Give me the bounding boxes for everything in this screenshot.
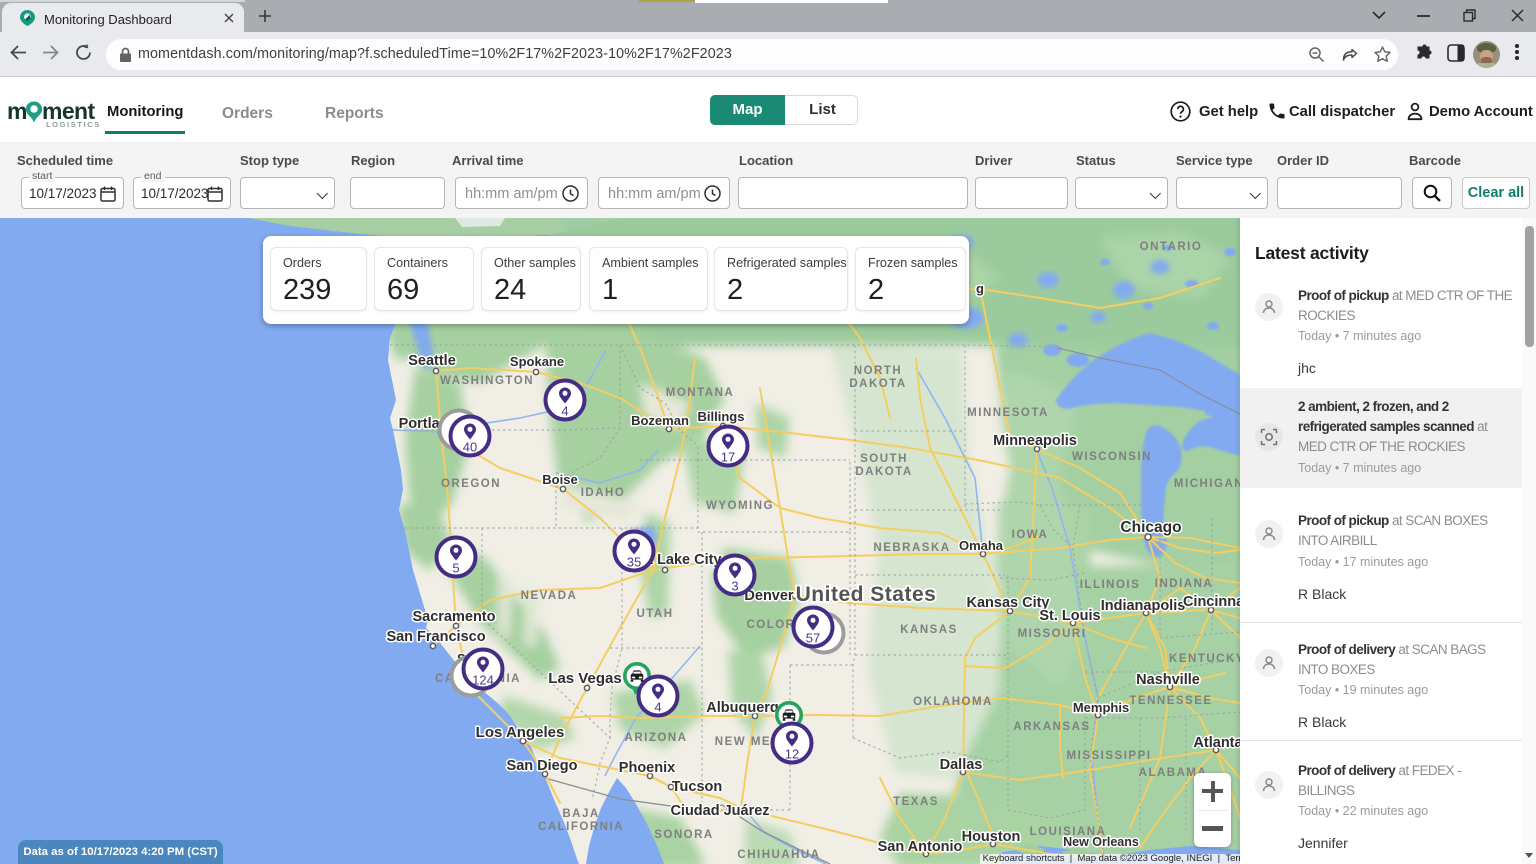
svg-text:San Diego: San Diego	[507, 758, 578, 774]
svg-text:BAJA: BAJA	[562, 808, 599, 820]
svg-text:Dallas: Dallas	[940, 757, 983, 773]
svg-text:SOUTH: SOUTH	[860, 453, 908, 465]
svg-text:Houston: Houston	[962, 829, 1021, 845]
svg-text:NEVADA: NEVADA	[521, 590, 578, 602]
svg-text:Los Angeles: Los Angeles	[476, 724, 565, 741]
svg-text:Kansas City: Kansas City	[966, 595, 1049, 611]
svg-text:ONTARIO: ONTARIO	[1140, 241, 1203, 253]
svg-text:4: 4	[654, 700, 661, 715]
svg-text:IOWA: IOWA	[1012, 529, 1049, 541]
svg-text:ARKANSAS: ARKANSAS	[1013, 721, 1090, 733]
svg-text:12: 12	[785, 747, 799, 762]
svg-text:Seattle: Seattle	[408, 353, 456, 369]
svg-text:WASHINGTON: WASHINGTON	[440, 375, 534, 387]
svg-text:Chicago: Chicago	[1120, 519, 1181, 536]
svg-text:5: 5	[452, 561, 459, 576]
svg-text:UTAH: UTAH	[636, 608, 673, 620]
svg-text:ILLINOIS: ILLINOIS	[1080, 579, 1141, 591]
svg-text:35: 35	[627, 555, 641, 570]
svg-text:Denver: Denver	[744, 588, 794, 604]
svg-text:Omaha: Omaha	[959, 538, 1004, 553]
svg-text:ARIZONA: ARIZONA	[625, 732, 688, 744]
svg-text:DAKOTA: DAKOTA	[849, 378, 906, 390]
svg-text:St. Louis: St. Louis	[1039, 608, 1100, 624]
svg-text:Minneapolis: Minneapolis	[993, 433, 1077, 449]
svg-text:Cincinnati: Cincinnati	[1183, 594, 1240, 610]
svg-text:United States: United States	[796, 583, 937, 606]
svg-text:OKLAHOMA: OKLAHOMA	[913, 696, 993, 708]
svg-text:IDAHO: IDAHO	[581, 487, 626, 499]
svg-text:MINNESOTA: MINNESOTA	[967, 407, 1049, 419]
svg-text:MISSOURI: MISSOURI	[1018, 628, 1087, 640]
svg-text:WISCONSIN: WISCONSIN	[1072, 451, 1152, 463]
svg-text:TENNESSEE: TENNESSEE	[1129, 695, 1212, 707]
svg-text:Las Vegas: Las Vegas	[548, 670, 621, 687]
svg-text:17: 17	[721, 450, 735, 465]
svg-text:g: g	[976, 281, 984, 296]
svg-text:New Orleans: New Orleans	[1063, 835, 1139, 849]
svg-text:MICHIGAN: MICHIGAN	[1174, 478, 1240, 490]
svg-text:Indianapolis: Indianapolis	[1101, 598, 1186, 614]
svg-text:Tucson: Tucson	[672, 779, 722, 795]
svg-text:NEBRASKA: NEBRASKA	[873, 542, 950, 554]
svg-text:Spokane: Spokane	[510, 354, 564, 369]
svg-text:San Antonio: San Antonio	[878, 839, 963, 855]
svg-text:57: 57	[806, 631, 820, 646]
svg-text:40: 40	[463, 440, 477, 455]
svg-text:MISSISSIPPI: MISSISSIPPI	[1067, 750, 1152, 762]
svg-text:NORTH: NORTH	[854, 365, 902, 377]
svg-text:Boise: Boise	[542, 472, 577, 487]
svg-text:Billings: Billings	[698, 409, 745, 424]
svg-text:Memphis: Memphis	[1073, 700, 1129, 715]
svg-text:124: 124	[472, 673, 494, 688]
svg-text:CALIFORNIA: CALIFORNIA	[538, 821, 624, 833]
svg-text:CHIHUAHUA: CHIHUAHUA	[737, 849, 820, 861]
svg-text:KANSAS: KANSAS	[900, 624, 958, 636]
svg-text:INDIANA: INDIANA	[1155, 578, 1213, 590]
svg-text:Phoenix: Phoenix	[619, 760, 675, 776]
svg-text:San Francisco: San Francisco	[386, 629, 485, 645]
svg-text:WYOMING: WYOMING	[706, 500, 774, 512]
svg-text:MONTANA: MONTANA	[666, 387, 734, 399]
svg-text:4: 4	[561, 404, 568, 419]
svg-text:TEXAS: TEXAS	[893, 796, 939, 808]
svg-text:Atlanta: Atlanta	[1193, 735, 1240, 751]
svg-text:KENTUCKY: KENTUCKY	[1169, 653, 1240, 665]
svg-text:OREGON: OREGON	[441, 478, 501, 490]
svg-text:SONORA: SONORA	[654, 829, 713, 841]
svg-text:Sacramento: Sacramento	[412, 609, 495, 625]
svg-text:Nashville: Nashville	[1136, 672, 1200, 688]
svg-text:Ciudad Juárez: Ciudad Juárez	[670, 803, 769, 819]
svg-text:Bozeman: Bozeman	[631, 413, 689, 428]
svg-text:DAKOTA: DAKOTA	[855, 466, 912, 478]
svg-text:3: 3	[731, 579, 738, 594]
